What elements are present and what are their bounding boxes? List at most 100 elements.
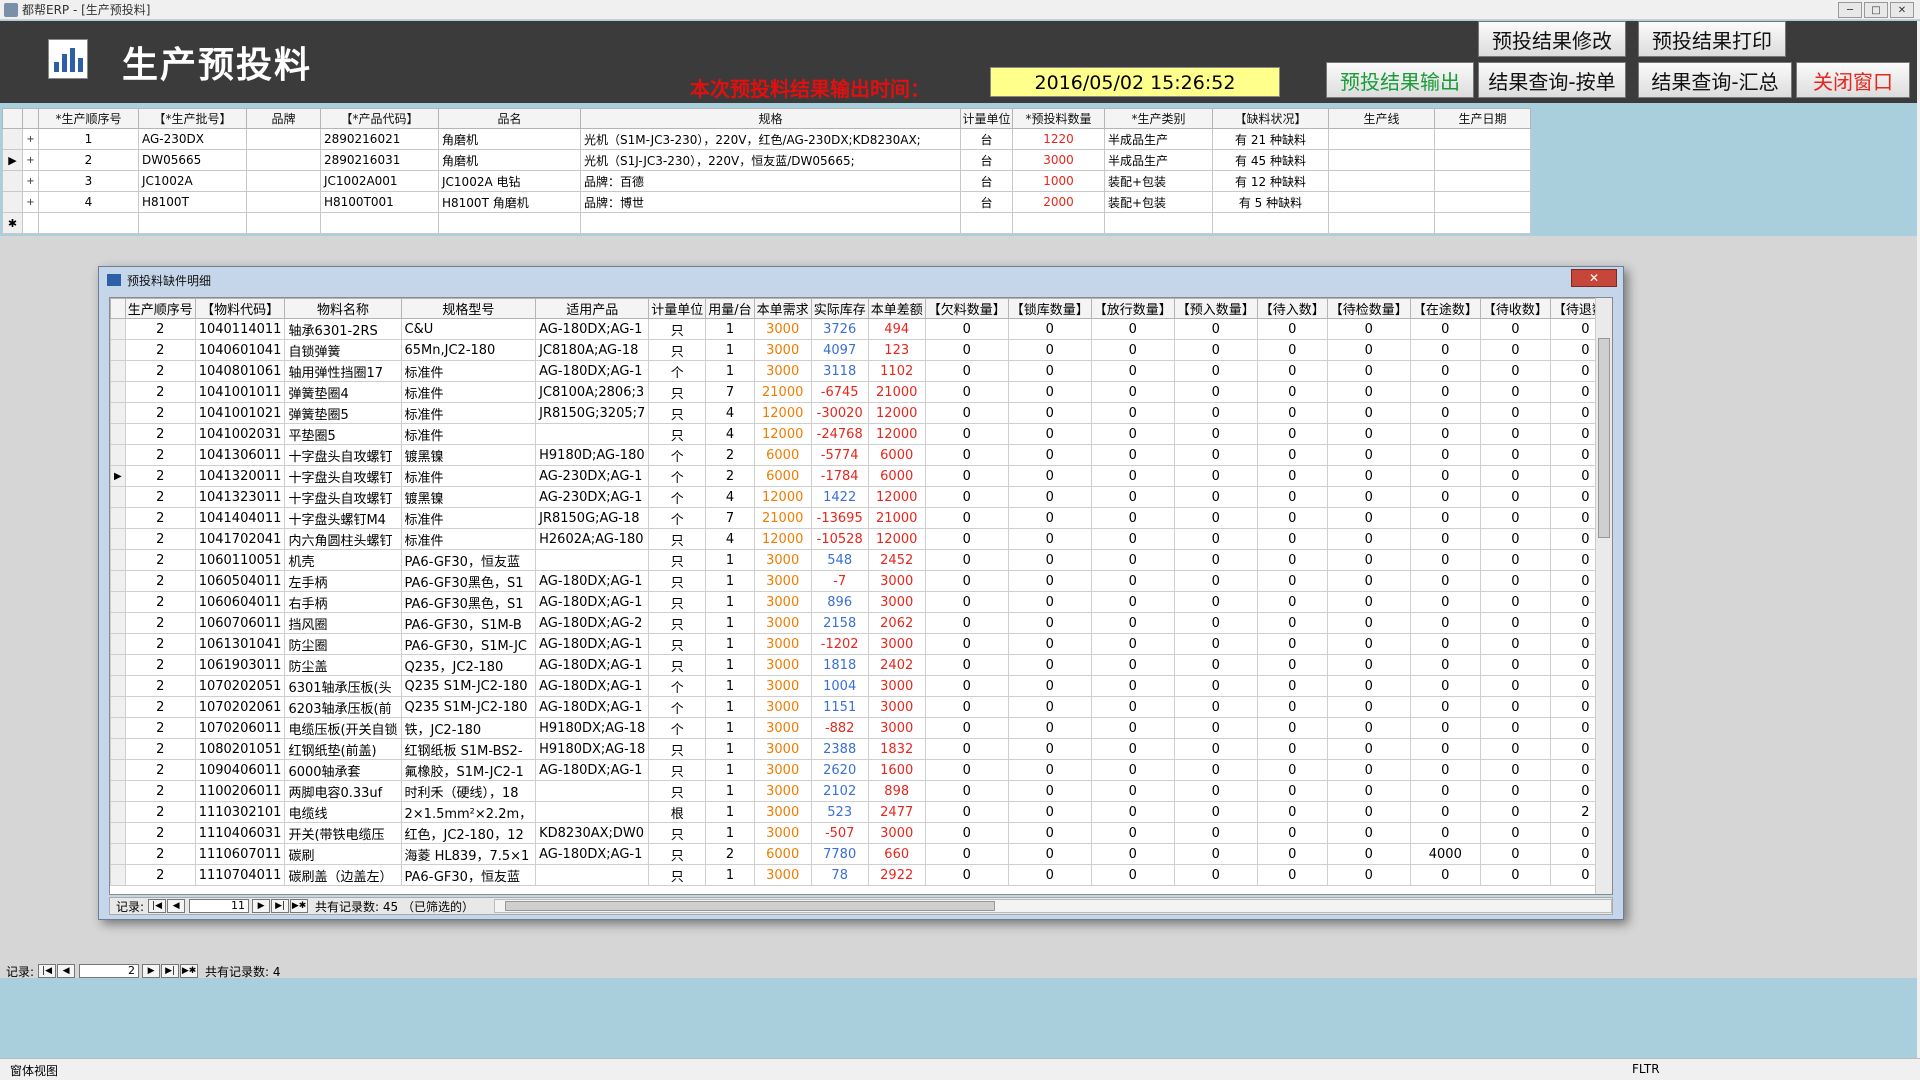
table-cell[interactable]: 0 <box>1479 381 1551 403</box>
table-cell[interactable]: 0 <box>1173 654 1258 676</box>
table-cell[interactable]: 品牌：博世 <box>580 191 961 213</box>
table-cell[interactable]: 标准件 <box>400 381 537 403</box>
table-cell[interactable]: 0 <box>1007 570 1092 592</box>
table-cell[interactable]: 标准件 <box>400 402 537 424</box>
table-cell[interactable]: 有 12 种缺料 <box>1212 170 1329 192</box>
table-cell[interactable]: 右手柄 <box>284 591 402 613</box>
table-cell[interactable]: 12000 <box>867 528 926 550</box>
table-cell[interactable]: 1 <box>705 801 755 823</box>
table-cell[interactable]: 0 <box>924 402 1009 424</box>
table-cell[interactable]: 12000 <box>867 423 926 445</box>
table-cell[interactable]: 4000 <box>1409 843 1481 865</box>
table-cell[interactable]: AG-180DX;AG-1 <box>535 696 650 718</box>
row-selector[interactable] <box>110 738 126 760</box>
table-cell[interactable]: 0 <box>1326 381 1411 403</box>
table-cell[interactable]: 0 <box>1173 801 1258 823</box>
table-cell[interactable]: 12000 <box>867 402 926 424</box>
table-cell[interactable]: 2 <box>124 507 196 529</box>
table-cell[interactable]: 0 <box>1173 507 1258 529</box>
prev-record-icon[interactable]: ◀ <box>57 964 76 978</box>
table-cell[interactable]: 0 <box>1409 549 1481 571</box>
table-cell[interactable]: 角磨机 <box>438 149 581 171</box>
table-cell[interactable]: 1151 <box>810 696 869 718</box>
table-row[interactable]: ▶ +2 DW05665 2890216031 角磨机 光机（S1J-JC3-230），2… <box>2 149 1531 171</box>
table-cell[interactable]: 只 <box>648 381 707 403</box>
table-cell[interactable]: 2890216031 <box>320 149 439 171</box>
new-row-icon[interactable]: ✱ <box>2 212 23 234</box>
table-cell[interactable]: 6000 <box>867 444 926 466</box>
table-cell[interactable]: 只 <box>648 822 707 844</box>
table-cell[interactable] <box>1104 212 1213 234</box>
table-cell[interactable]: 0 <box>1409 675 1481 697</box>
table-cell[interactable]: 0 <box>924 780 1009 802</box>
table-cell[interactable]: 2158 <box>810 612 869 634</box>
table-cell[interactable]: 0 <box>924 486 1009 508</box>
table-cell[interactable]: 1041001021 <box>194 402 286 424</box>
table-row[interactable]: 2 1040114011 轴承6301-2RS C&U AG-180DX;AG-1 只 1 3… <box>110 318 1612 340</box>
query-summary-button[interactable]: 结果查询-汇总 <box>1638 62 1792 98</box>
table-cell[interactable] <box>1328 170 1435 192</box>
table-cell[interactable]: 0 <box>924 612 1009 634</box>
table-cell[interactable]: 1 <box>705 675 755 697</box>
table-cell[interactable]: 0 <box>1256 339 1328 361</box>
table-cell[interactable]: 0 <box>1256 360 1328 382</box>
table-cell[interactable]: 0 <box>1479 444 1551 466</box>
minimize-button[interactable]: ─ <box>1838 2 1862 18</box>
table-cell[interactable]: 0 <box>1090 318 1175 340</box>
table-cell[interactable]: 3000 <box>867 696 926 718</box>
table-cell[interactable]: 0 <box>1173 570 1258 592</box>
table-row[interactable]: 2 1090406011 6000轴承套 氟橡胶，S1M-JC2-1 AG-180DX;… <box>110 759 1612 781</box>
row-selector[interactable] <box>110 381 126 403</box>
table-cell[interactable]: 1070202061 <box>194 696 286 718</box>
table-cell[interactable]: -1202 <box>810 633 869 655</box>
table-cell[interactable]: 1041001011 <box>194 381 286 403</box>
horizontal-scrollbar[interactable] <box>494 899 1612 913</box>
table-cell[interactable]: 6000轴承套 <box>284 759 402 781</box>
table-cell[interactable]: 1060504011 <box>194 570 286 592</box>
new-record-row[interactable]: ✱ <box>2 212 1531 234</box>
table-cell[interactable]: 0 <box>1326 675 1411 697</box>
table-cell[interactable]: 0 <box>1409 318 1481 340</box>
table-cell[interactable]: 0 <box>1007 654 1092 676</box>
table-cell[interactable]: 0 <box>1173 528 1258 550</box>
table-cell[interactable]: 机壳 <box>284 549 402 571</box>
table-cell[interactable]: C&U <box>400 318 537 340</box>
table-cell[interactable]: 2×1.5mm²×2.2m， <box>400 801 537 823</box>
table-cell[interactable]: 1 <box>38 128 139 150</box>
table-cell[interactable]: Q235 S1M-JC2-180 <box>400 696 537 718</box>
table-cell[interactable]: 3118 <box>810 360 869 382</box>
table-cell[interactable]: 角磨机 <box>438 128 581 150</box>
table-cell[interactable]: 1090406011 <box>194 759 286 781</box>
table-cell[interactable]: H8100T 角磨机 <box>438 191 581 213</box>
table-cell[interactable]: 平垫圈5 <box>284 423 402 445</box>
table-cell[interactable]: 2620 <box>810 759 869 781</box>
table-cell[interactable]: 0 <box>924 759 1009 781</box>
table-cell[interactable]: 2 <box>124 759 196 781</box>
table-cell[interactable]: 0 <box>1479 801 1551 823</box>
table-cell[interactable]: 台 <box>960 128 1013 150</box>
table-cell[interactable]: 0 <box>1409 738 1481 760</box>
table-cell[interactable]: 0 <box>1409 654 1481 676</box>
table-cell[interactable]: 2 <box>38 149 139 171</box>
table-cell[interactable]: 1 <box>705 318 755 340</box>
table-cell[interactable]: 只 <box>648 654 707 676</box>
table-cell[interactable]: 1 <box>705 654 755 676</box>
table-cell[interactable]: 0 <box>1173 696 1258 718</box>
table-cell[interactable]: 3000 <box>867 591 926 613</box>
row-selector[interactable]: ▶ <box>2 149 23 171</box>
table-cell[interactable]: 0 <box>1479 570 1551 592</box>
table-cell[interactable]: 0 <box>1479 339 1551 361</box>
table-row[interactable]: 2 1041323011 十字盘头自攻螺钉 镀黑镍 AG-230DX;AG-1 个 4 120… <box>110 486 1612 508</box>
table-cell[interactable]: 0 <box>1090 591 1175 613</box>
table-cell[interactable]: 0 <box>1173 339 1258 361</box>
table-cell[interactable]: 只 <box>648 612 707 634</box>
table-cell[interactable]: 1070206011 <box>194 717 286 739</box>
table-cell[interactable]: 1422 <box>810 486 869 508</box>
table-cell[interactable]: 0 <box>1007 402 1092 424</box>
table-cell[interactable]: 0 <box>1409 507 1481 529</box>
table-cell[interactable]: H9180D;AG-180 <box>535 444 650 466</box>
table-cell[interactable]: 0 <box>1326 444 1411 466</box>
table-cell[interactable]: 3000 <box>753 822 812 844</box>
table-cell[interactable]: 2 <box>124 801 196 823</box>
row-selector[interactable] <box>110 570 126 592</box>
